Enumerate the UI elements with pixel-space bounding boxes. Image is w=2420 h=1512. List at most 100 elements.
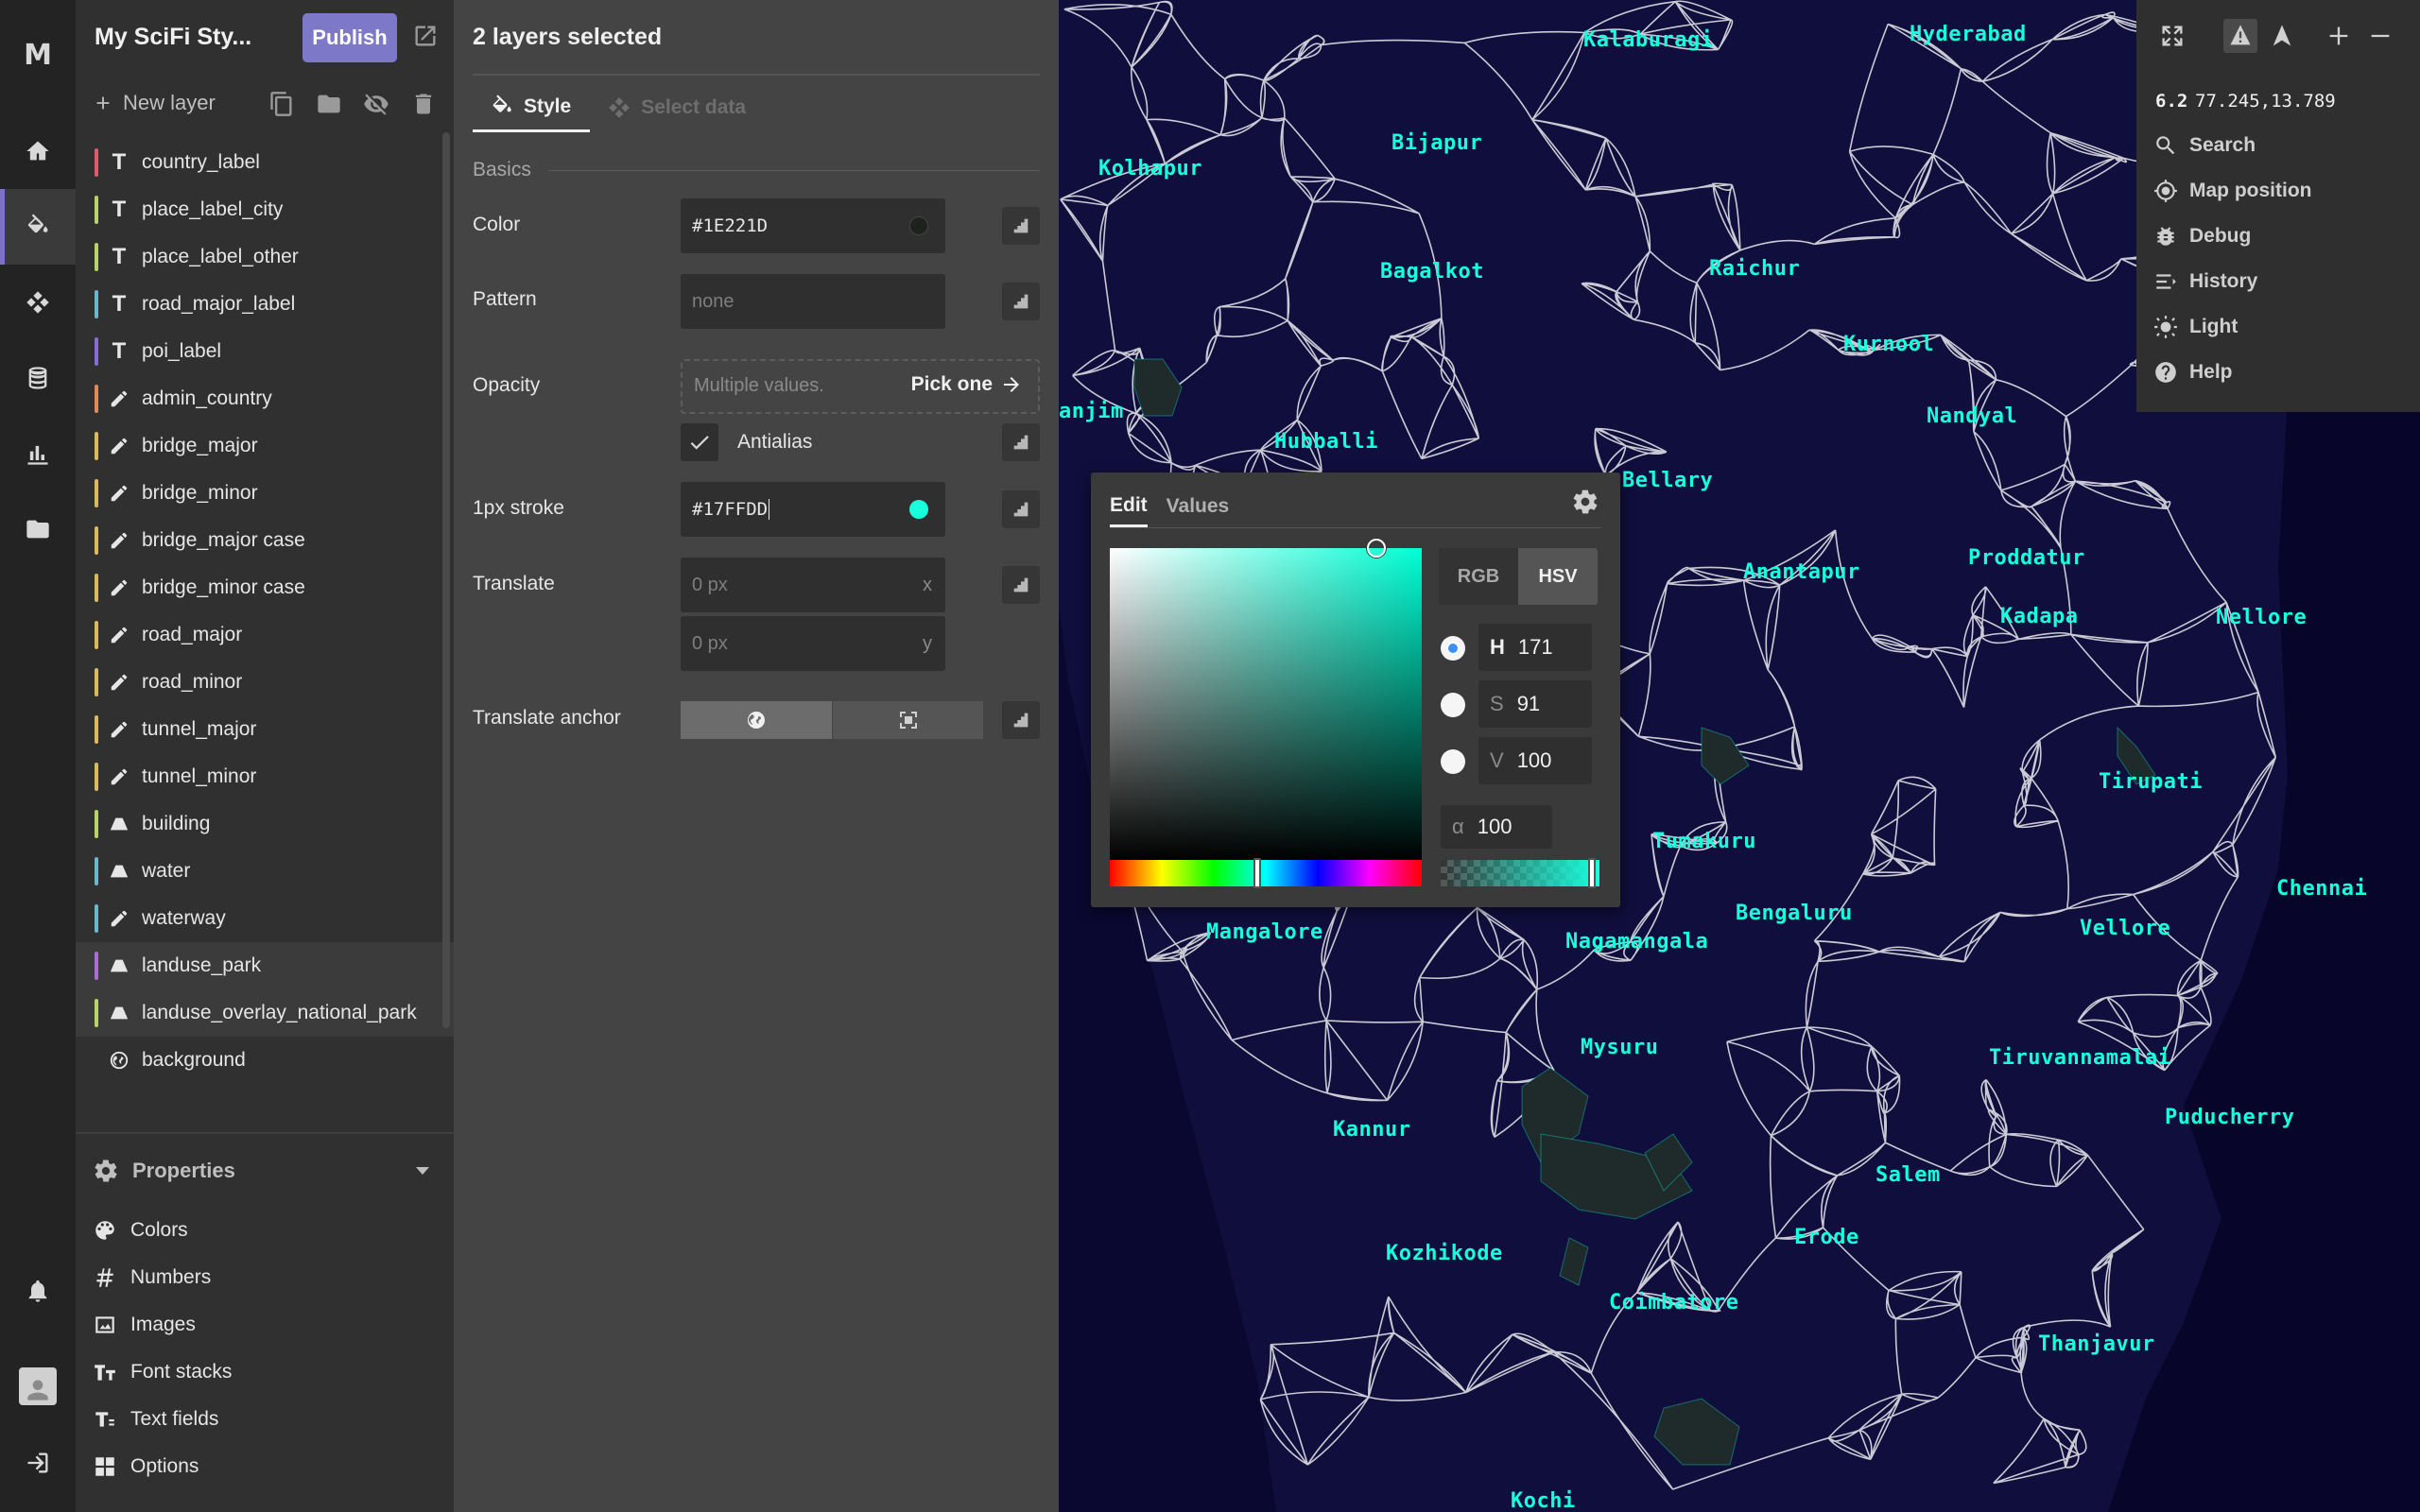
color-zoom-function-button[interactable] [1002, 207, 1040, 245]
hide-layers-button[interactable] [363, 91, 389, 117]
map-menu-item[interactable]: Light [2153, 304, 2312, 350]
layer-item[interactable]: building [76, 800, 454, 848]
avatar[interactable] [19, 1367, 57, 1405]
map-menu-item[interactable]: Debug [2153, 214, 2312, 259]
translate-zoom-function-button[interactable] [1002, 566, 1040, 604]
layers-scrollbar[interactable] [442, 132, 450, 1028]
translate-x-field[interactable]: 0 px x [681, 558, 945, 612]
stroke-swatch[interactable] [909, 500, 928, 519]
anchor-zoom-function-button[interactable] [1002, 701, 1040, 739]
map-menu: Search Map position Debug History Light Help [2153, 123, 2312, 395]
new-layer-button[interactable]: New layer [93, 91, 216, 115]
pattern-zoom-function-button[interactable] [1002, 283, 1040, 320]
tilesets-button[interactable] [0, 265, 76, 340]
folder-icon [26, 520, 49, 539]
layer-item[interactable]: bridge_minor case [76, 564, 454, 611]
alpha-input[interactable]: α 100 [1441, 805, 1552, 849]
properties-header[interactable]: Properties [93, 1158, 235, 1184]
saturation-value-handle[interactable] [1367, 539, 1386, 558]
layer-item[interactable]: tunnel_major [76, 706, 454, 753]
fullscreen-button[interactable] [2155, 19, 2189, 53]
text-layer-icon: T [112, 338, 127, 364]
saturation-input[interactable]: S 91 [1478, 680, 1592, 728]
files-button[interactable] [0, 491, 76, 567]
antialias-zoom-function-button[interactable] [1002, 423, 1040, 461]
home-button[interactable] [0, 113, 76, 189]
translate-y-field[interactable]: 0 px y [681, 616, 945, 671]
layer-item[interactable]: bridge_minor [76, 470, 454, 517]
hue-slider[interactable] [1110, 860, 1422, 886]
layer-item[interactable]: Tcountry_label [76, 139, 454, 186]
publish-button[interactable]: Publish [302, 13, 397, 62]
pick-one-button[interactable]: Pick one [911, 373, 1023, 396]
property-item[interactable]: Colors [93, 1207, 232, 1254]
stroke-zoom-function-button[interactable] [1002, 490, 1040, 528]
hue-input[interactable]: H 171 [1478, 624, 1592, 671]
saturation-value-area[interactable] [1110, 548, 1422, 860]
layer-item[interactable]: landuse_overlay_national_park [76, 989, 454, 1037]
layer-item[interactable]: bridge_major case [76, 517, 454, 564]
zoom-out-button[interactable] [2363, 19, 2397, 53]
mode-rgb-button[interactable]: RGB [1439, 548, 1518, 605]
layer-item[interactable]: road_minor [76, 659, 454, 706]
layer-item[interactable]: bridge_major [76, 422, 454, 470]
zoom-in-button[interactable] [2322, 19, 2356, 53]
anchor-map-button[interactable] [681, 701, 832, 739]
layer-item[interactable]: admin_country [76, 375, 454, 422]
style-editor-button[interactable] [0, 189, 76, 265]
gear-icon[interactable] [1571, 488, 1599, 516]
map-menu-label: Map position [2189, 180, 2312, 201]
stroke-field[interactable]: #17FFDD [681, 482, 945, 537]
layer-item[interactable]: water [76, 848, 454, 895]
layer-item[interactable]: Tplace_label_city [76, 186, 454, 233]
map-menu-item[interactable]: Help [2153, 350, 2312, 395]
group-layers-button[interactable] [316, 91, 342, 117]
antialias-checkbox[interactable] [681, 423, 718, 461]
property-item[interactable]: Numbers [93, 1254, 232, 1301]
color-swatch[interactable] [909, 216, 928, 235]
hue-slider-handle[interactable] [1253, 858, 1261, 888]
map-menu-item[interactable]: Map position [2153, 168, 2312, 214]
tab-style[interactable]: Style [473, 83, 591, 132]
property-item[interactable]: Images [93, 1301, 232, 1349]
accessibility-toggle[interactable] [2223, 19, 2257, 53]
property-item[interactable]: Options [93, 1443, 232, 1490]
delete-layer-button[interactable] [410, 91, 437, 117]
saturation-radio[interactable] [1441, 693, 1465, 717]
chevron-down-icon[interactable] [416, 1164, 429, 1177]
anchor-viewport-button[interactable] [832, 701, 983, 739]
tab-values[interactable]: Values [1167, 486, 1230, 527]
north-button[interactable] [2265, 19, 2299, 53]
alpha-slider-handle[interactable] [1588, 858, 1596, 888]
tab-edit[interactable]: Edit [1110, 486, 1148, 527]
app-logo[interactable]: M [0, 17, 76, 93]
layer-item[interactable]: Tplace_label_other [76, 233, 454, 281]
property-item[interactable]: Text fields [93, 1396, 232, 1443]
layer-item[interactable]: Tpoi_label [76, 328, 454, 375]
style-name[interactable]: My SciFi Sty... [95, 24, 251, 51]
notifications-button[interactable] [0, 1253, 76, 1329]
value-input[interactable]: V 100 [1478, 737, 1592, 784]
map-menu-item[interactable]: Search [2153, 123, 2312, 168]
property-item[interactable]: Font stacks [93, 1349, 232, 1396]
statistics-button[interactable] [0, 416, 76, 491]
tab-select-data[interactable]: Select data [590, 83, 765, 132]
external-link-icon[interactable] [412, 23, 439, 49]
mode-hsv-button[interactable]: HSV [1518, 548, 1598, 605]
datasets-button[interactable] [0, 340, 76, 416]
duplicate-layer-button[interactable] [268, 91, 295, 117]
layer-item[interactable]: landuse_park [76, 942, 454, 989]
layer-item[interactable]: tunnel_minor [76, 753, 454, 800]
layer-item[interactable]: road_major [76, 611, 454, 659]
layer-item[interactable]: Troad_major_label [76, 281, 454, 328]
layer-item[interactable]: waterway [76, 895, 454, 942]
crosshair-icon [2154, 180, 2177, 202]
layer-item[interactable]: background [76, 1037, 454, 1084]
hue-radio[interactable] [1441, 636, 1465, 661]
color-field[interactable]: #1E221D [681, 198, 945, 253]
alpha-slider[interactable] [1441, 860, 1599, 886]
value-radio[interactable] [1441, 749, 1465, 774]
map-menu-item[interactable]: History [2153, 259, 2312, 304]
pattern-field[interactable]: none [681, 274, 945, 329]
logout-button[interactable] [0, 1425, 76, 1501]
